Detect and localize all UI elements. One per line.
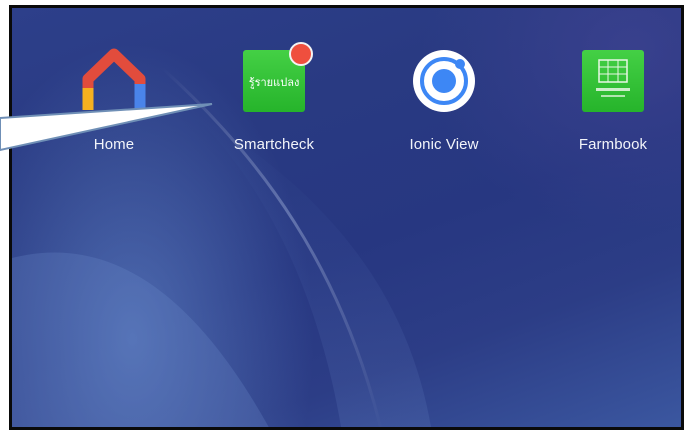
app-ionic-view[interactable]: Ionic View (384, 48, 504, 153)
ionic-view-icon (411, 48, 477, 114)
app-smartcheck[interactable]: รู้รายแปลง Smartcheck (214, 42, 334, 153)
home-screen: Home รู้รายแปลง Smartcheck Ionic View Fa… (9, 5, 684, 430)
icon-text: รู้รายแปลง (248, 76, 300, 89)
app-label: Ionic View (409, 136, 479, 153)
app-label: Home (93, 136, 135, 153)
notification-badge (289, 42, 313, 66)
app-label: Smartcheck (233, 136, 315, 153)
screenshot-frame: Home รู้รายแปลง Smartcheck Ionic View Fa… (0, 0, 691, 435)
app-farmbook[interactable]: Farmbook (553, 48, 673, 153)
farmbook-icon (580, 48, 646, 114)
app-tile (582, 50, 644, 112)
smartcheck-icon: รู้รายแปลง (241, 42, 313, 114)
app-home[interactable]: Home (54, 48, 174, 153)
app-label: Farmbook (578, 136, 648, 153)
google-home-icon (81, 48, 147, 114)
